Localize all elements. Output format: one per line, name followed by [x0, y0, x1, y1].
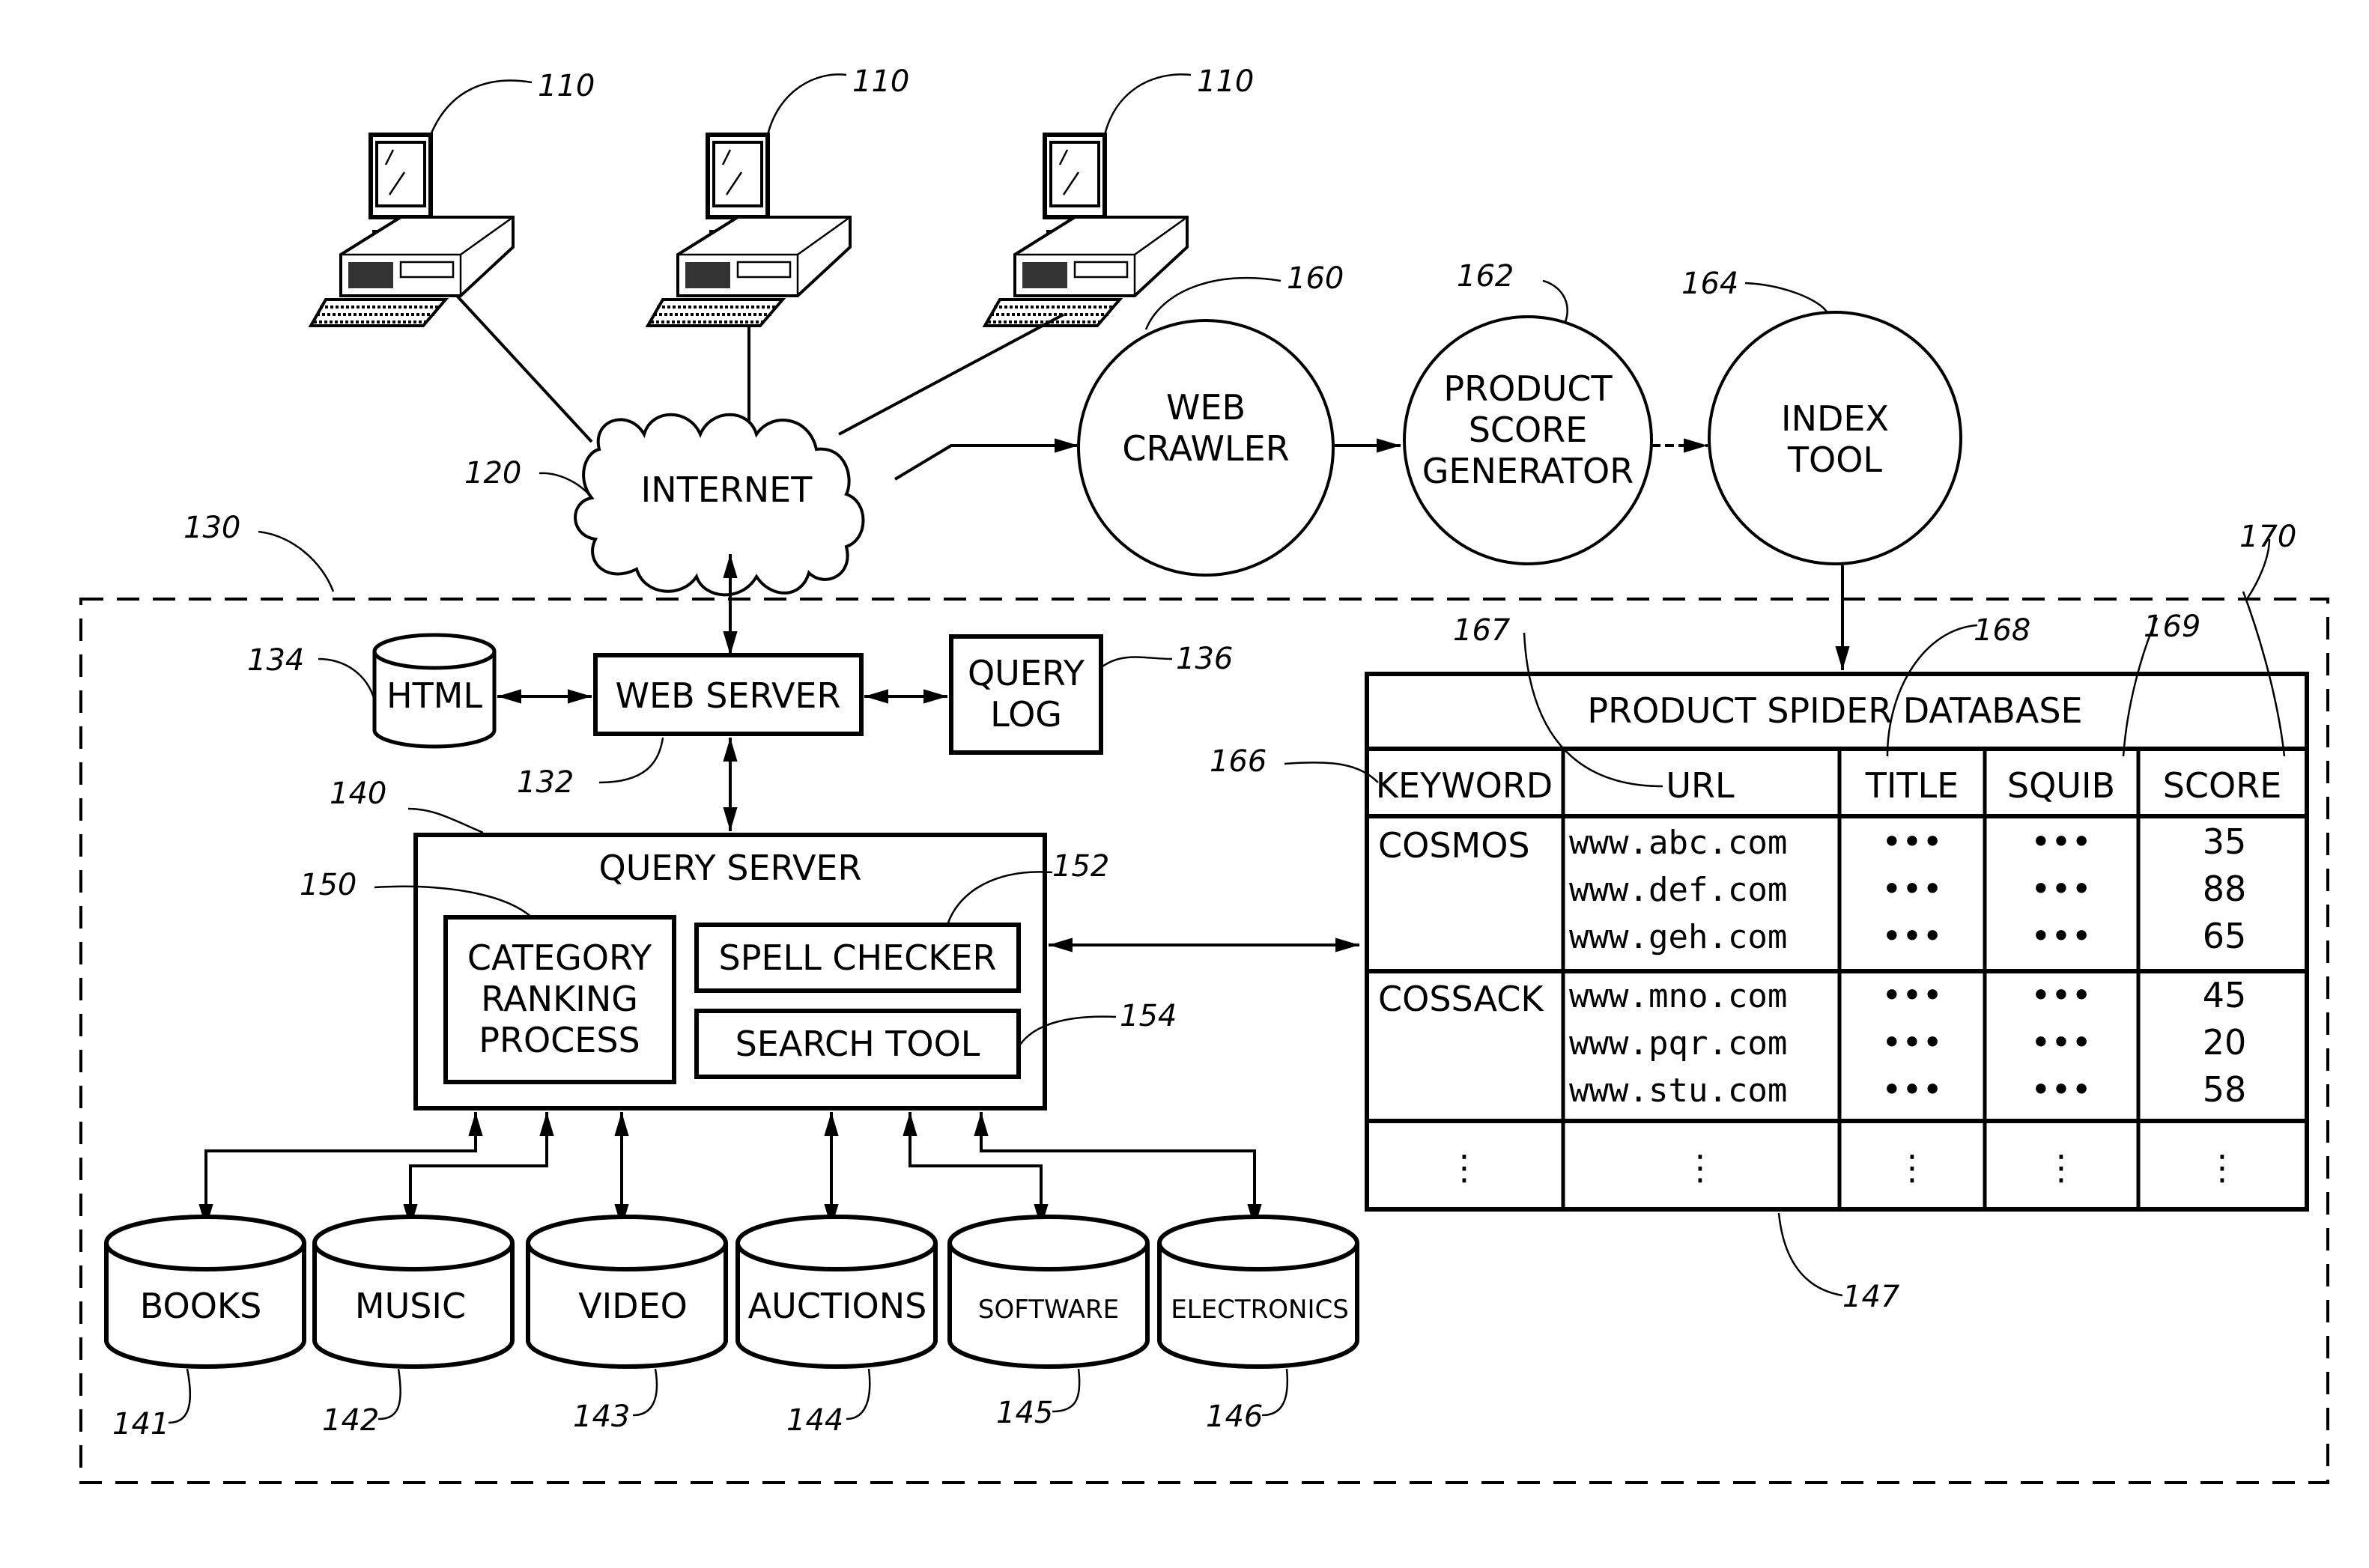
svg-text:•••: •••: [2030, 869, 2091, 909]
svg-text:65: 65: [2203, 916, 2247, 956]
squib-ref: 169: [2144, 610, 2200, 644]
db-software: [947, 1215, 1150, 1369]
index-tool-label-2: TOOL: [1787, 440, 1883, 480]
search-tool-ref: 154: [1120, 999, 1177, 1033]
db-title: PRODUCT SPIDER DATABASE: [1587, 690, 2082, 731]
col-header-keyword: KEYWORD: [1376, 765, 1553, 806]
web-server-ref: 132: [517, 765, 574, 800]
system-ref: 130: [183, 511, 240, 545]
svg-text:20: 20: [2203, 1022, 2247, 1063]
svg-text:www.pqr.com: www.pqr.com: [1569, 1024, 1787, 1063]
svg-text:•••: •••: [1881, 1022, 1942, 1063]
keyword-ref: 166: [1210, 744, 1267, 779]
client-ref-1: 110: [538, 69, 595, 103]
keyword-cell-cossack: COSSACK: [1378, 979, 1544, 1019]
svg-text:•••: •••: [1881, 975, 1942, 1015]
table-ref: 170: [2239, 520, 2296, 554]
db-video-ref: 143: [573, 1400, 630, 1434]
html-label: HTML: [386, 675, 482, 716]
query-server-ref: 140: [330, 777, 386, 811]
svg-text:www.abc.com: www.abc.com: [1569, 824, 1787, 862]
db-books-ref: 141: [112, 1407, 169, 1441]
web-server-label: WEB SERVER: [616, 675, 841, 716]
db-electronics-ref: 146: [1206, 1400, 1263, 1434]
svg-text:⋮: ⋮: [1895, 1147, 1929, 1188]
svg-text:www.stu.com: www.stu.com: [1569, 1072, 1787, 1110]
psg-label-3: GENERATOR: [1422, 451, 1634, 491]
db-ref: 147: [1842, 1280, 1900, 1314]
svg-text:•••: •••: [2030, 1069, 2091, 1110]
svg-text:45: 45: [2203, 975, 2247, 1015]
category-ranking-label-3: PROCESS: [479, 1020, 640, 1060]
db-auctions-label: AUCTIONS: [748, 1286, 927, 1326]
svg-text:⋮: ⋮: [2044, 1147, 2078, 1188]
svg-text:•••: •••: [2030, 821, 2091, 862]
db-video-label: VIDEO: [578, 1286, 688, 1326]
svg-text:•••: •••: [1881, 916, 1942, 956]
client-ref-3: 110: [1197, 64, 1254, 99]
db-music-ref: 142: [322, 1403, 379, 1438]
index-tool-ref: 164: [1681, 267, 1738, 301]
product-spider-database: [1365, 672, 2309, 1212]
client-computer-1: [311, 135, 513, 326]
system-diagram: 110 110 110 INTERNET 120 WEB CRAWLER 160…: [79, 64, 2329, 1484]
db-electronics: [1157, 1215, 1359, 1369]
category-ranking-label-2: RANKING: [481, 979, 638, 1019]
db-software-ref: 145: [996, 1396, 1053, 1430]
db-electronics-label: ELECTRONICS: [1171, 1295, 1349, 1325]
client-computer-2: [648, 135, 850, 326]
svg-text:⋮: ⋮: [1447, 1147, 1481, 1188]
svg-text:www.def.com: www.def.com: [1569, 871, 1787, 909]
web-crawler-label-2: CRAWLER: [1122, 428, 1289, 469]
web-crawler-label-1: WEB: [1166, 387, 1246, 428]
svg-text:⋮: ⋮: [2205, 1147, 2239, 1188]
svg-text:•••: •••: [1881, 1069, 1942, 1110]
db-software-label: SOFTWARE: [978, 1295, 1119, 1325]
svg-text:35: 35: [2203, 821, 2247, 862]
title-ref: 168: [1974, 613, 2030, 648]
query-log-ref: 136: [1176, 642, 1233, 676]
html-ref: 134: [247, 643, 304, 678]
svg-text:•••: •••: [2030, 975, 2091, 1015]
url-ref: 167: [1453, 613, 1511, 648]
internet-ref: 120: [464, 456, 521, 490]
category-ranking-label-1: CATEGORY: [467, 938, 652, 978]
psg-label-1: PRODUCT: [1443, 368, 1613, 409]
index-tool-label-1: INDEX: [1781, 398, 1889, 439]
svg-text:•••: •••: [2030, 1022, 2091, 1063]
client-ref-2: 110: [852, 64, 909, 99]
web-crawler-ref: 160: [1287, 261, 1344, 296]
svg-text:www.mno.com: www.mno.com: [1569, 977, 1787, 1015]
svg-text:•••: •••: [1881, 869, 1942, 909]
query-server-label: QUERY SERVER: [599, 848, 862, 888]
db-books-label: BOOKS: [140, 1286, 262, 1326]
spell-checker-label: SPELL CHECKER: [719, 938, 997, 978]
query-log-label-1: QUERY: [968, 653, 1085, 693]
col-header-squib: SQUIB: [2007, 765, 2115, 806]
db-auctions-ref: 144: [786, 1403, 843, 1438]
keyword-cell-cosmos: COSMOS: [1378, 825, 1530, 866]
psg-label-2: SCORE: [1469, 410, 1588, 450]
internet-label: INTERNET: [641, 470, 813, 510]
svg-text:⋮: ⋮: [1683, 1147, 1717, 1188]
col-header-url: URL: [1666, 765, 1735, 806]
client-computer-3: [985, 135, 1187, 326]
svg-text:•••: •••: [1881, 821, 1942, 862]
link-client-1: [455, 294, 593, 443]
col-header-title: TITLE: [1865, 765, 1959, 806]
category-ranking-ref: 150: [300, 868, 357, 902]
psg-ref: 162: [1457, 259, 1514, 294]
db-music-label: MUSIC: [355, 1286, 466, 1326]
link-client-3: [838, 313, 1064, 436]
col-header-score: SCORE: [2163, 765, 2282, 806]
svg-text:www.geh.com: www.geh.com: [1569, 918, 1787, 956]
svg-text:58: 58: [2203, 1069, 2247, 1110]
query-log-label-2: LOG: [990, 694, 1062, 735]
svg-text:•••: •••: [2030, 916, 2091, 956]
svg-text:88: 88: [2203, 869, 2247, 909]
spell-checker-ref: 152: [1052, 849, 1109, 884]
search-tool-label: SEARCH TOOL: [735, 1024, 980, 1064]
